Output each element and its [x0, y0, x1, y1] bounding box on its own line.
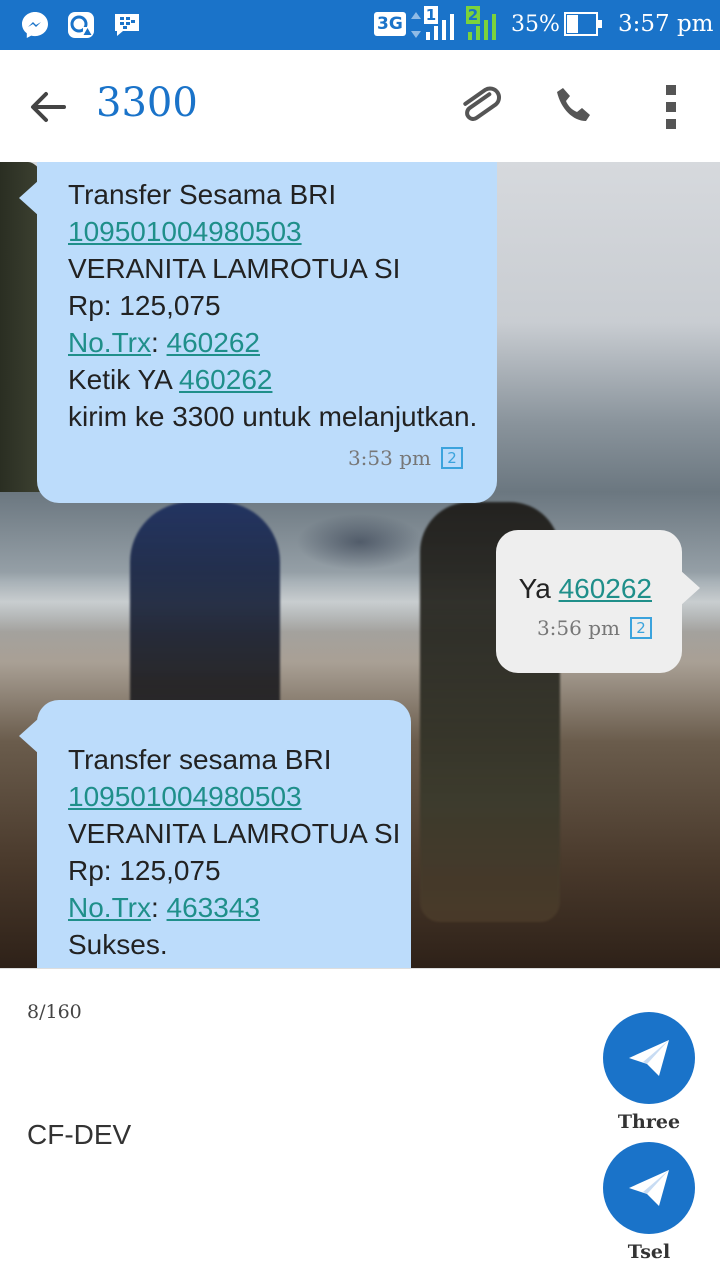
- trx-label-link[interactable]: No.Trx: [68, 327, 151, 358]
- trx-separator: :: [150, 327, 159, 358]
- call-button[interactable]: [550, 82, 600, 132]
- instruction-text: kirim ke 3300 untuk melanjutkan.: [68, 401, 478, 432]
- arrow-left-icon: [31, 92, 66, 122]
- send-button-three[interactable]: [603, 1012, 695, 1104]
- message-time: 3:53 pm: [347, 446, 431, 470]
- more-vert-icon: [666, 85, 676, 129]
- account-number-link[interactable]: 109501004980503: [68, 216, 302, 247]
- data-arrows-icon: [411, 12, 421, 38]
- send-icon: [629, 1040, 669, 1076]
- conversation-toolbar: 3300: [0, 50, 720, 162]
- reply-prefix: Ya: [518, 573, 551, 604]
- amount-text: Rp: 125,075: [68, 290, 221, 321]
- amount-text: Rp: 125,075: [68, 855, 221, 886]
- paperclip-icon: [463, 86, 501, 121]
- trx-number-link[interactable]: 460262: [167, 327, 260, 358]
- attach-button[interactable]: [456, 82, 506, 132]
- message-time: 3:56 pm: [536, 616, 620, 640]
- status-time: 3:57 pm: [618, 11, 714, 37]
- sim-indicator-icon: 2: [630, 617, 652, 639]
- bubble-tail: [19, 180, 39, 216]
- send-icon: [629, 1170, 669, 1206]
- messenger-icon: [20, 10, 50, 40]
- notification-icons: [20, 10, 142, 40]
- message-text-line: Transfer sesama BRI: [68, 744, 332, 775]
- confirm-code-link[interactable]: 460262: [179, 364, 272, 395]
- trx-separator: :: [150, 892, 159, 923]
- account-number-link[interactable]: 109501004980503: [68, 781, 302, 812]
- recipient-name: VERANITA LAMROTUA SI: [68, 818, 401, 849]
- compose-area: 8/160 CF-DEV Three Tsel: [0, 968, 720, 1280]
- recipient-name: VERANITA LAMROTUA SI: [68, 253, 401, 284]
- sim-indicator-icon: 2: [441, 447, 463, 469]
- message-list[interactable]: Transfer Sesama BRI 109501004980503 VERA…: [0, 162, 720, 968]
- network-type-badge: 3G: [374, 12, 406, 36]
- phone-icon: [557, 88, 590, 121]
- battery-icon: [564, 12, 602, 36]
- message-meta: 3:53 pm 2: [348, 446, 463, 470]
- gallery-alert-icon: [66, 10, 96, 40]
- incoming-message-bubble[interactable]: Transfer Sesama BRI 109501004980503 VERA…: [19, 162, 497, 503]
- conversation-title: 3300: [96, 80, 198, 126]
- character-counter: 8/160: [27, 1001, 82, 1023]
- send-label-tsel: Tsel: [627, 1241, 671, 1263]
- bubble-tail: [19, 718, 39, 754]
- more-options-button[interactable]: [646, 82, 696, 132]
- battery-percent: 35%: [511, 12, 560, 37]
- result-text: Sukses.: [68, 929, 168, 960]
- message-input[interactable]: CF-DEV: [27, 1119, 131, 1151]
- send-button-tsel[interactable]: [603, 1142, 695, 1234]
- bubble-tail: [680, 570, 700, 606]
- send-label-three: Three: [617, 1111, 681, 1133]
- back-button[interactable]: [22, 82, 72, 132]
- trx-number-link[interactable]: 463343: [167, 892, 260, 923]
- status-bar: 3G 1 2 35% 3:57 pm: [0, 0, 720, 50]
- reply-code-link[interactable]: 460262: [559, 573, 652, 604]
- message-text-line: Transfer Sesama BRI: [68, 179, 337, 210]
- message-meta: 3:56 pm 2: [537, 616, 652, 640]
- incoming-message-bubble[interactable]: Transfer sesama BRI 109501004980503 VERA…: [19, 700, 411, 968]
- bbm-icon: [112, 10, 142, 40]
- outgoing-message-bubble[interactable]: Ya 460262 3:56 pm 2: [496, 530, 700, 673]
- trx-label-link[interactable]: No.Trx: [68, 892, 151, 923]
- confirm-prefix: Ketik YA: [68, 364, 172, 395]
